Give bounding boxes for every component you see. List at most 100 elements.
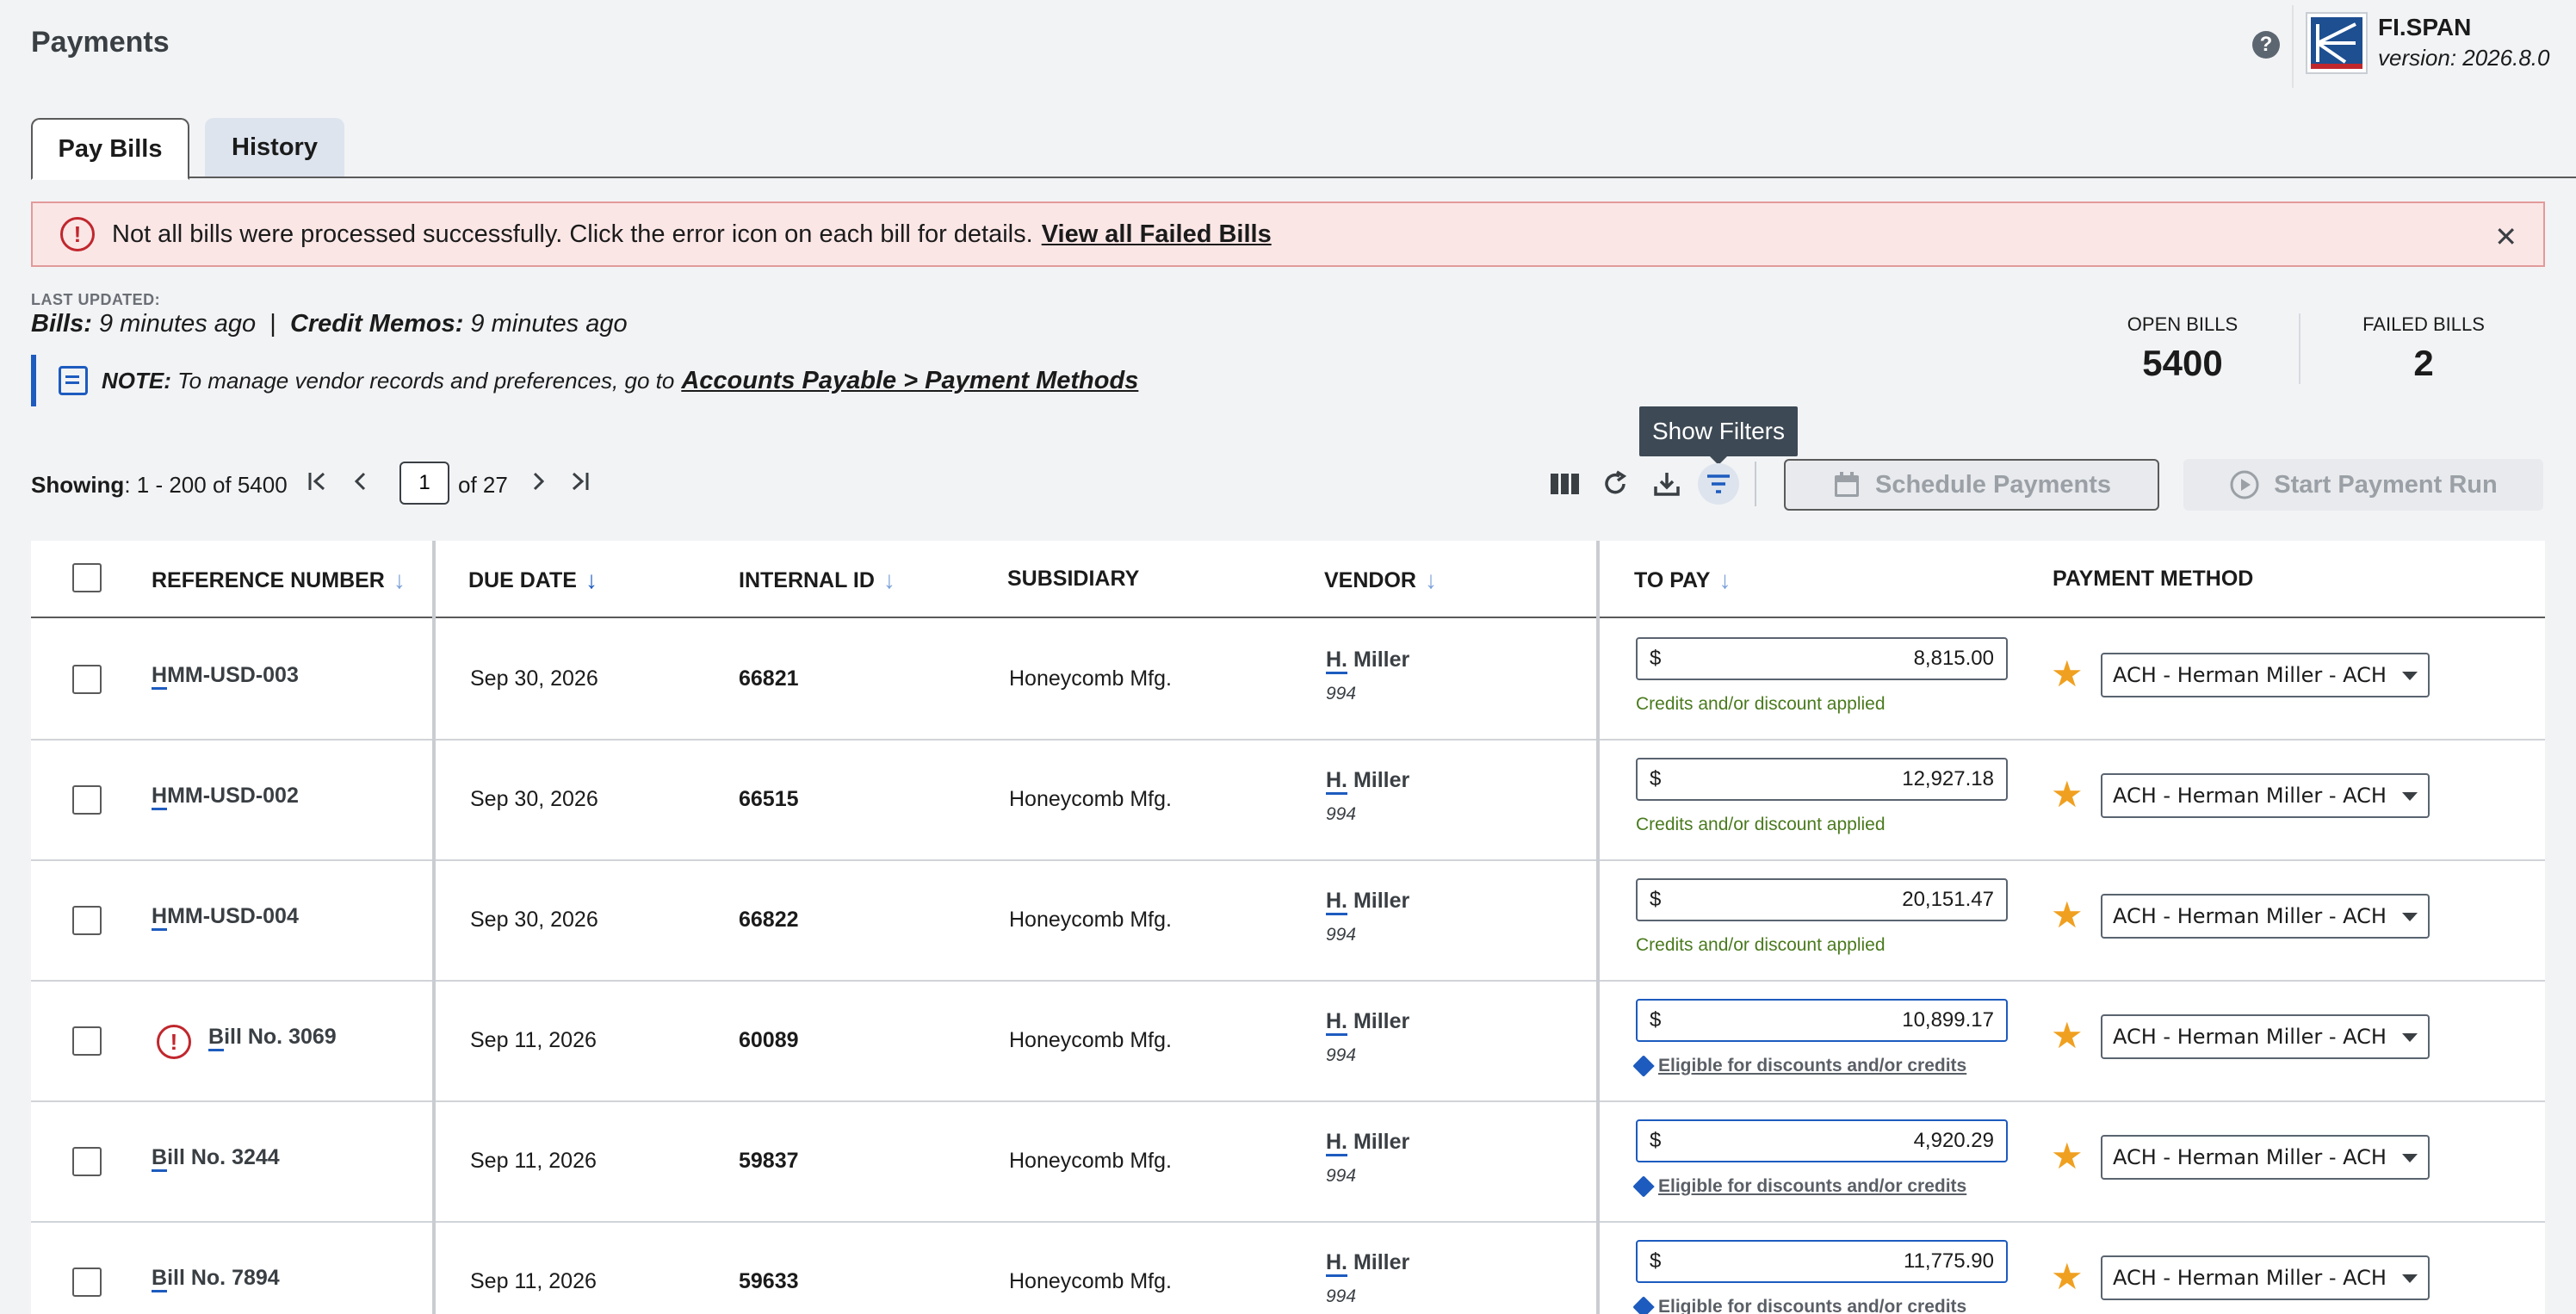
due-date: Sep 30, 2026: [470, 908, 598, 932]
schedule-payments-label: Schedule Payments: [1875, 470, 2111, 499]
currency-symbol: $: [1650, 767, 1662, 790]
payment-method-select[interactable]: ACH - Herman Miller - ACH: [2101, 653, 2430, 697]
column-label-internal-id: INTERNAL ID: [739, 567, 875, 592]
column-header-reference-number[interactable]: REFERENCE NUMBER ↓: [152, 567, 406, 594]
payment-methods-link[interactable]: Accounts Payable > Payment Methods: [681, 367, 1138, 395]
row-checkbox[interactable]: [72, 1147, 102, 1176]
schedule-payments-button[interactable]: Schedule Payments: [1784, 459, 2159, 511]
first-page-icon[interactable]: [305, 468, 331, 501]
eligible-discounts-label: Eligible for discounts and/or credits: [1658, 1176, 1967, 1196]
reference-number-link[interactable]: Bill No. 3244: [152, 1145, 280, 1172]
column-label-due-date: DUE DATE: [468, 567, 577, 592]
page-title: Payments: [31, 26, 170, 59]
column-header-to-pay[interactable]: TO PAY ↓: [1634, 567, 1731, 594]
eligible-discounts-link[interactable]: Eligible for discounts and/or credits: [1632, 1175, 1967, 1198]
vendor-link[interactable]: H. Miller: [1326, 648, 1409, 674]
reference-number-link[interactable]: HMM-USD-004: [152, 904, 299, 931]
payment-method-select[interactable]: ACH - Herman Miller - ACH: [2101, 894, 2430, 939]
columns-icon[interactable]: [1548, 467, 1582, 501]
reference-number-link[interactable]: Bill No. 7894: [152, 1266, 280, 1292]
payment-method-select[interactable]: ACH - Herman Miller - ACH: [2101, 1255, 2430, 1300]
row-checkbox[interactable]: [72, 785, 102, 815]
error-icon: !: [60, 217, 95, 251]
payment-method-value: ACH - Herman Miller - ACH: [2113, 663, 2387, 687]
close-icon[interactable]: ✕: [2494, 220, 2517, 253]
next-page-icon[interactable]: [525, 468, 551, 501]
filter-icon[interactable]: [1698, 463, 1739, 505]
reference-number-rest: ill No. 3069: [224, 1025, 337, 1049]
bills-table: REFERENCE NUMBER ↓ DUE DATE ↓ INTERNAL I…: [31, 541, 2545, 1314]
row-checkbox[interactable]: [72, 906, 102, 935]
brand-logo-icon: [2311, 17, 2362, 69]
sort-arrow-icon: ↓: [1718, 567, 1731, 593]
payment-method-select[interactable]: ACH - Herman Miller - ACH: [2101, 1135, 2430, 1180]
vendor-link[interactable]: H. Miller: [1326, 1250, 1409, 1277]
chevron-down-icon: [2402, 1033, 2418, 1042]
prev-page-icon[interactable]: [348, 468, 374, 501]
vendor-link[interactable]: H. Miller: [1326, 1009, 1409, 1036]
view-failed-bills-link[interactable]: View all Failed Bills: [1042, 220, 1272, 249]
row-checkbox[interactable]: [72, 1268, 102, 1297]
currency-symbol: $: [1650, 888, 1662, 911]
reference-number-link[interactable]: Bill No. 3069: [208, 1025, 337, 1051]
row-checkbox[interactable]: [72, 665, 102, 694]
row-checkbox[interactable]: [72, 1026, 102, 1056]
table-header: REFERENCE NUMBER ↓ DUE DATE ↓ INTERNAL I…: [31, 541, 2545, 618]
star-icon: ★: [2051, 654, 2084, 694]
tab-pay-bills[interactable]: Pay Bills: [31, 118, 189, 180]
refresh-icon[interactable]: [1598, 467, 1632, 501]
select-all-checkbox[interactable]: [72, 563, 102, 592]
tab-history[interactable]: History: [205, 118, 344, 177]
help-icon[interactable]: ?: [2252, 31, 2280, 59]
column-header-internal-id[interactable]: INTERNAL ID ↓: [739, 567, 895, 594]
last-page-icon[interactable]: [567, 468, 592, 501]
sort-arrow-icon: ↓: [393, 567, 406, 593]
vendor-id: 994: [1326, 684, 1357, 703]
eligible-discounts-link[interactable]: Eligible for discounts and/or credits: [1632, 1055, 1966, 1077]
due-date: Sep 11, 2026: [470, 1149, 597, 1173]
brand-divider: [2292, 5, 2294, 88]
reference-number-first: B: [152, 1145, 168, 1172]
column-label-subsidiary: SUBSIDIARY: [1007, 567, 1140, 591]
vendor-rest: Miller: [1347, 1130, 1410, 1154]
credits-applied-note: Credits and/or discount applied: [1636, 815, 1886, 834]
subsidiary: Honeycomb Mfg.: [1009, 666, 1172, 691]
table-row: Bill No. 3244 Sep 11, 2026 59837 Honeycomb …: [31, 1102, 2545, 1223]
to-pay-input[interactable]: $11,775.90: [1636, 1240, 2008, 1283]
column-header-vendor[interactable]: VENDOR ↓: [1324, 567, 1437, 594]
eligible-discounts-link[interactable]: Eligible for discounts and/or credits: [1632, 1296, 1966, 1314]
column-header-subsidiary: SUBSIDIARY: [1007, 567, 1139, 592]
column-header-due-date[interactable]: DUE DATE ↓: [468, 567, 598, 594]
vendor-first: H.: [1326, 1009, 1347, 1036]
column-label-payment-method: PAYMENT METHOD: [2053, 567, 2254, 591]
to-pay-input[interactable]: $20,151.47: [1636, 878, 2008, 921]
payment-method-value: ACH - Herman Miller - ACH: [2113, 784, 2387, 808]
alert-message: Not all bills were processed successfull…: [112, 220, 1033, 248]
vendor-id: 994: [1326, 1286, 1357, 1306]
vendor-first: H.: [1326, 1250, 1347, 1277]
to-pay-input[interactable]: $12,927.18: [1636, 758, 2008, 801]
subsidiary: Honeycomb Mfg.: [1009, 787, 1172, 811]
payment-method-value: ACH - Herman Miller - ACH: [2113, 1025, 2387, 1049]
updated-separator: |: [269, 310, 276, 338]
error-icon[interactable]: !: [157, 1025, 191, 1059]
download-icon[interactable]: [1650, 467, 1684, 501]
to-pay-input[interactable]: $10,899.17: [1636, 999, 2008, 1042]
to-pay-input[interactable]: $4,920.29: [1636, 1119, 2008, 1162]
reference-number-first: B: [208, 1025, 225, 1051]
vendor-link[interactable]: H. Miller: [1326, 768, 1409, 795]
start-payment-run-button[interactable]: Start Payment Run: [2183, 459, 2543, 511]
sort-arrow-icon: ↓: [882, 567, 895, 593]
table-row: Bill No. 7894 Sep 11, 2026 59633 Honeycomb …: [31, 1223, 2545, 1314]
reference-number-rest: MM-USD-003: [167, 663, 299, 687]
vendor-link[interactable]: H. Miller: [1326, 889, 1409, 915]
payment-method-select[interactable]: ACH - Herman Miller - ACH: [2101, 773, 2430, 818]
to-pay-input[interactable]: $8,815.00: [1636, 637, 2008, 680]
vendor-id: 994: [1326, 925, 1357, 945]
payment-method-select[interactable]: ACH - Herman Miller - ACH: [2101, 1014, 2430, 1059]
page-number-input[interactable]: [399, 462, 449, 505]
reference-number-link[interactable]: HMM-USD-003: [152, 663, 299, 690]
reference-number-link[interactable]: HMM-USD-002: [152, 784, 299, 810]
vendor-link[interactable]: H. Miller: [1326, 1130, 1410, 1156]
brand-name: FI.SPAN: [2378, 14, 2472, 40]
